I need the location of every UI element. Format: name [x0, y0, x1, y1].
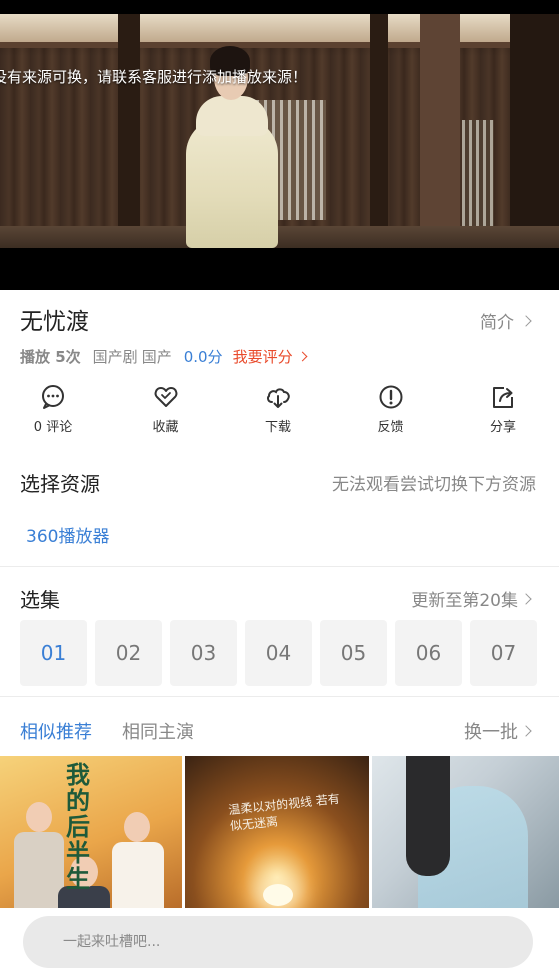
poster-art [124, 812, 150, 842]
comment-bar [0, 908, 559, 975]
poster-title-art: 我的后半生 [66, 760, 90, 893]
section-divider [0, 696, 559, 697]
video-frame-pillar [118, 14, 140, 248]
title-row: 无忧渡 简介 [20, 300, 540, 336]
episodes-header: 选集 更新至第20集 [20, 582, 540, 612]
comment-input[interactable] [23, 916, 533, 968]
episodes-more-button[interactable]: 更新至第20集 [411, 586, 532, 611]
play-count: 播放 5次 [20, 347, 81, 366]
poster-card[interactable] [372, 756, 559, 908]
video-frame-pillar [370, 14, 388, 248]
source-header: 选择资源 无法观看尝试切换下方资源 [20, 466, 540, 496]
action-bar: 0 评论 收藏 下载 反馈 分享 [18, 384, 538, 440]
poster-art [14, 832, 64, 908]
cloud-download-icon [267, 388, 290, 408]
genre-tag: 国产剧 [92, 347, 138, 366]
chevron-right-icon [297, 351, 308, 361]
refresh-button[interactable]: 换一批 [464, 718, 532, 744]
poster-art [406, 756, 450, 876]
player-notice: 没有来源可换，请联系客服进行添加播放来源！ [0, 68, 308, 86]
episode-button[interactable]: 03 [170, 620, 237, 686]
comment-label: 0 评论 [33, 420, 73, 435]
episode-button[interactable]: 01 [20, 620, 87, 686]
poster-art [112, 842, 164, 908]
tab-same-cast[interactable]: 相同主演 [122, 718, 194, 744]
section-divider [0, 566, 559, 567]
download-button[interactable]: 下载 [243, 384, 313, 440]
share-button[interactable]: 分享 [468, 384, 538, 440]
score: 0.0分 [183, 347, 223, 366]
video-figure [196, 96, 268, 136]
video-frame-pillar [420, 14, 460, 248]
poster-card[interactable]: 温柔以对的视线 若有似无迷离 [185, 756, 369, 908]
meta-row: 播放 5次 国产剧 国产 0.0分 我要评分 [20, 344, 308, 368]
download-label: 下载 [264, 420, 291, 435]
episode-button[interactable]: 05 [320, 620, 387, 686]
intro-button[interactable]: 简介 [480, 308, 532, 333]
feedback-label: 反馈 [377, 420, 404, 435]
chevron-right-icon [520, 592, 532, 605]
chevron-right-icon [520, 314, 532, 327]
page: 没有来源可换，请联系客服进行添加播放来源！ 无忧渡 简介 播放 5次 国产剧 国… [0, 0, 559, 975]
video-frame-pillar [510, 14, 559, 248]
episode-list: 01 02 03 04 05 06 07 [20, 620, 540, 686]
intro-label: 简介 [480, 313, 514, 333]
poster-art [263, 884, 293, 906]
poster-art [26, 802, 52, 832]
video-frame-floor [0, 226, 559, 248]
source-title: 选择资源 [20, 472, 100, 496]
favorite-label: 收藏 [152, 420, 179, 435]
episode-button[interactable]: 02 [95, 620, 162, 686]
episode-button[interactable]: 07 [470, 620, 537, 686]
alert-icon [379, 385, 402, 409]
video-figure [186, 118, 278, 248]
poster-row: 我的后半生 温柔以对的视线 若有似无迷离 [0, 756, 559, 908]
poster-card[interactable]: 我的后半生 [0, 756, 182, 908]
rate-button[interactable]: 我要评分 [232, 346, 308, 367]
video-frame-beam [0, 14, 559, 48]
video-frame-window [462, 120, 494, 230]
episode-button[interactable]: 04 [245, 620, 312, 686]
chevron-right-icon [520, 725, 532, 737]
source-hint: 无法观看尝试切换下方资源 [332, 475, 536, 495]
comment-button[interactable]: 0 评论 [18, 384, 88, 440]
episode-button[interactable]: 06 [395, 620, 462, 686]
show-title: 无忧渡 [20, 309, 89, 335]
source-option[interactable]: 360播放器 [26, 522, 109, 547]
share-label: 分享 [489, 420, 516, 435]
feedback-button[interactable]: 反馈 [356, 384, 426, 440]
rate-label: 我要评分 [232, 347, 293, 366]
share-icon [493, 387, 513, 408]
region-tag: 国产 [141, 347, 172, 366]
favorite-button[interactable]: 收藏 [131, 384, 201, 440]
recommend-header: 相似推荐 相同主演 换一批 [20, 716, 540, 746]
episodes-title: 选集 [20, 588, 60, 612]
tab-similar[interactable]: 相似推荐 [20, 718, 92, 744]
poster-overlay-text: 温柔以对的视线 若有似无迷离 [227, 791, 341, 834]
comment-icon [42, 385, 64, 409]
episodes-update-label: 更新至第20集 [411, 591, 518, 611]
refresh-label: 换一批 [464, 722, 518, 743]
video-player[interactable]: 没有来源可换，请联系客服进行添加播放来源！ [0, 0, 559, 290]
heart-icon [154, 387, 177, 407]
